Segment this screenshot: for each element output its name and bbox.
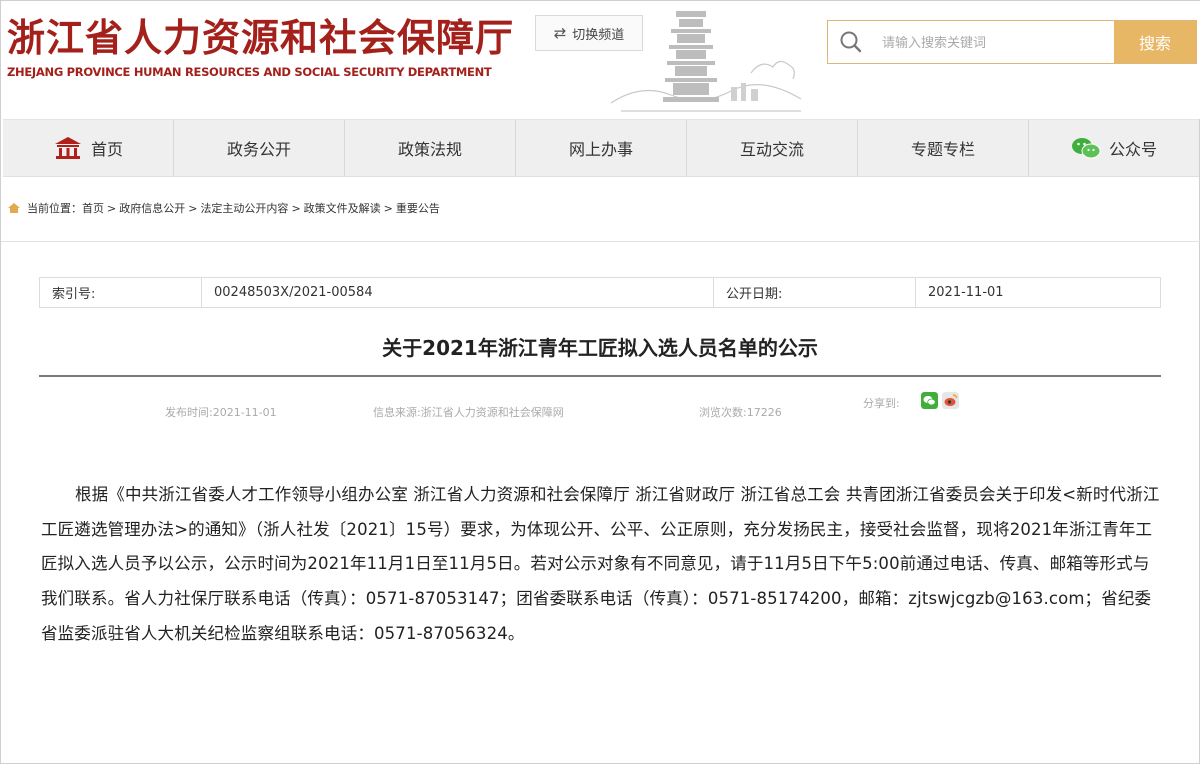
nav-item-label: 政策法规 xyxy=(397,140,462,159)
breadcrumb-statutory[interactable]: 法定主动公开内容 xyxy=(200,200,288,216)
nav-item-policies[interactable]: 政策法规 xyxy=(345,120,516,176)
date-label: 公开日期: xyxy=(714,278,916,307)
article-panel: 索引号: 00248503X/2021-00584 公开日期: 2021-11-… xyxy=(1,241,1200,766)
weibo-share-icon[interactable] xyxy=(942,392,959,409)
nav-item-label: 公众号 xyxy=(1108,140,1157,159)
article-body: 根据《中共浙江省委人才工作领导小组办公室 浙江省人力资源和社会保障厅 浙江省财政… xyxy=(41,485,1160,643)
index-label: 索引号: xyxy=(40,278,202,307)
title-divider xyxy=(39,375,1161,377)
breadcrumb: 当前位置： 首页 > 政府信息公开 > 法定主动公开内容 > 政策文件及解读 >… xyxy=(7,200,440,216)
nav-item-special-topics[interactable]: 专题专栏 xyxy=(858,120,1029,176)
nav-item-label: 专题专栏 xyxy=(910,140,975,159)
breadcrumb-policy-docs[interactable]: 政策文件及解读 xyxy=(304,200,381,216)
nav-item-government-affairs[interactable]: 政务公开 xyxy=(174,120,345,176)
wechat-icon xyxy=(1071,138,1101,159)
article-meta-table: 索引号: 00248503X/2021-00584 公开日期: 2021-11-… xyxy=(39,277,1161,308)
site-subtitle: ZHEJANG PROVINCE HUMAN RESOURCES AND SOC… xyxy=(7,65,492,79)
nav-item-home[interactable]: 首页 xyxy=(3,120,174,176)
breadcrumb-separator: > xyxy=(188,201,198,215)
nav-item-label: 互动交流 xyxy=(739,140,804,159)
date-value: 2021-11-01 xyxy=(928,285,1004,300)
breadcrumb-gov-info[interactable]: 政府信息公开 xyxy=(119,200,185,216)
view-count: 浏览次数:17226 xyxy=(699,406,782,419)
shuffle-icon: ⇄ xyxy=(553,24,567,42)
nav-item-interaction[interactable]: 互动交流 xyxy=(687,120,858,176)
share-label: 分享到: xyxy=(863,397,900,410)
search-box: 搜索 xyxy=(827,20,1197,64)
nav-item-label: 首页 xyxy=(90,140,123,159)
wechat-share-icon[interactable] xyxy=(921,392,938,409)
main-nav: 首页 政务公开 政策法规 网上办事 互动交流 专题专栏 公众号 xyxy=(3,119,1199,177)
nav-item-wechat[interactable]: 公众号 xyxy=(1029,120,1199,176)
breadcrumb-prefix: 当前位置： xyxy=(27,202,82,215)
nav-item-online-services[interactable]: 网上办事 xyxy=(516,120,687,176)
info-source: 信息来源:浙江省人力资源和社会保障网 xyxy=(373,406,564,419)
breadcrumb-separator: > xyxy=(291,201,301,215)
breadcrumb-separator: > xyxy=(107,201,117,215)
search-button[interactable]: 搜索 xyxy=(1114,21,1196,63)
search-input[interactable] xyxy=(880,27,1112,59)
breadcrumb-important-notices[interactable]: 重要公告 xyxy=(396,200,440,216)
breadcrumb-separator: > xyxy=(383,201,393,215)
site-title[interactable]: 浙江省人力资源和社会保障厅 xyxy=(7,7,514,62)
nav-item-label: 网上办事 xyxy=(568,140,633,159)
article-title: 关于2021年浙江青年工匠拟入选人员名单的公示 xyxy=(382,336,818,360)
search-icon xyxy=(840,31,862,53)
nav-item-label: 政务公开 xyxy=(226,140,291,159)
pagoda-illustration-icon xyxy=(610,11,802,112)
share-icons xyxy=(921,392,959,409)
breadcrumb-home[interactable]: 首页 xyxy=(82,200,104,216)
index-value: 00248503X/2021-00584 xyxy=(202,278,714,307)
home-icon xyxy=(54,137,81,159)
site-header: 浙江省人力资源和社会保障厅 ZHEJANG PROVINCE HUMAN RES… xyxy=(1,1,1200,119)
publish-time: 发布时间:2021-11-01 xyxy=(165,406,277,419)
location-icon xyxy=(8,203,20,213)
